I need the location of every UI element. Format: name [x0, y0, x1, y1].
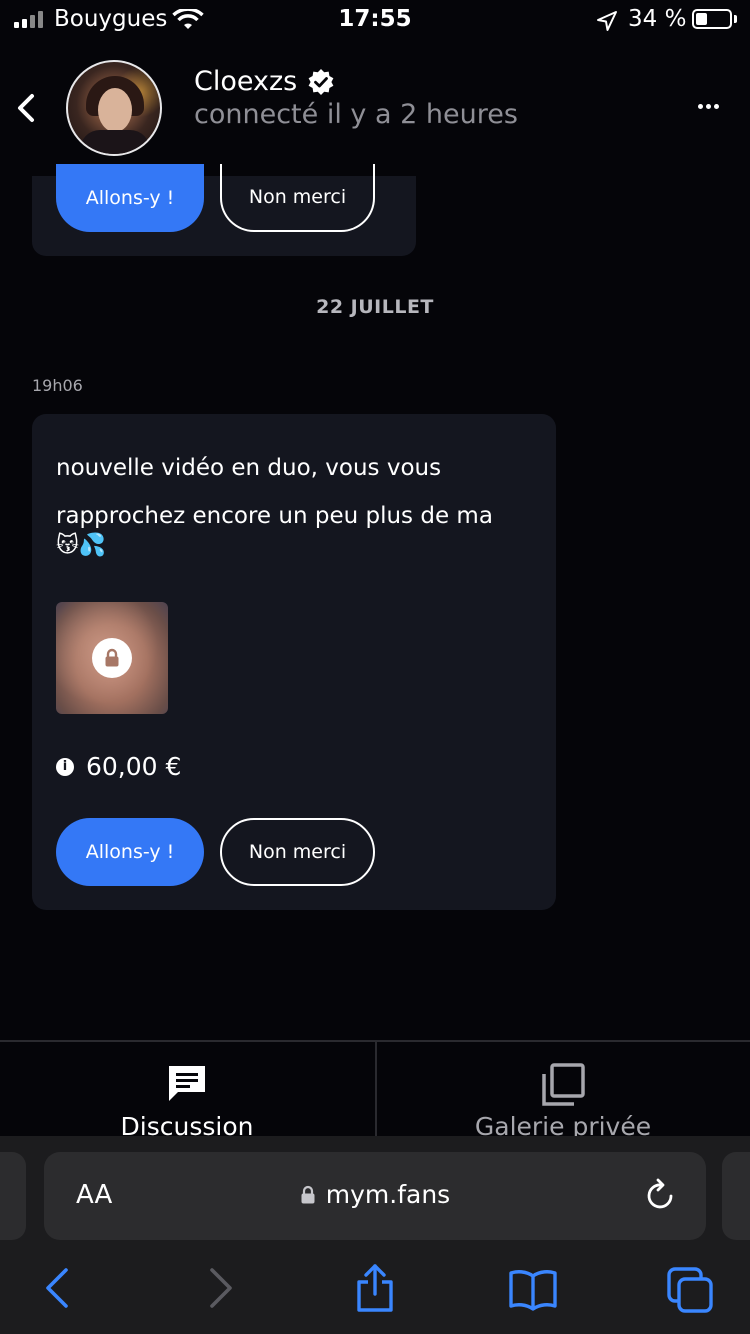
share-icon[interactable]	[354, 1262, 396, 1314]
lock-icon-url	[301, 1185, 315, 1203]
battery-tip	[734, 15, 737, 23]
decline-button[interactable]: Non merci	[220, 818, 375, 886]
price-row: i 60,00 €	[56, 752, 181, 781]
forward-nav-icon[interactable]	[204, 1266, 236, 1310]
accept-button[interactable]: Allons-y !	[56, 818, 204, 886]
reload-icon[interactable]	[644, 1176, 678, 1214]
status-bar: Bouygues 17:55 34 %	[0, 0, 750, 44]
more-options-icon[interactable]	[698, 104, 719, 109]
chat-bubble-icon	[169, 1066, 205, 1101]
lock-icon	[92, 638, 132, 678]
url-display[interactable]: mym.fans	[0, 1180, 750, 1209]
date-separator: 22 JUILLET	[316, 296, 434, 318]
tab-private-gallery[interactable]: Galerie privée	[376, 1042, 750, 1141]
tabs-icon[interactable]	[666, 1266, 714, 1314]
gallery-icon	[542, 1063, 585, 1106]
battery-icon	[692, 9, 732, 29]
presence-status: connecté il y a 2 heures	[194, 99, 518, 130]
message-text: nouvelle vidéo en duo, vous vous rapproc…	[56, 455, 493, 529]
battery-percent: 34 %	[628, 6, 687, 32]
back-nav-icon[interactable]	[42, 1266, 74, 1310]
verified-badge-icon	[308, 68, 334, 95]
back-icon[interactable]	[14, 92, 38, 124]
avatar[interactable]	[66, 60, 162, 156]
emoji-text: 😽💦	[56, 533, 107, 558]
previous-decline-button[interactable]: Non merci	[220, 164, 375, 232]
previous-accept-button[interactable]: Allons-y !	[56, 164, 204, 232]
bookmarks-icon[interactable]	[508, 1268, 558, 1312]
info-icon: i	[56, 757, 74, 776]
message-timestamp: 19h06	[32, 376, 83, 395]
url-text: mym.fans	[325, 1180, 451, 1209]
profile-name: Cloexzs	[194, 66, 298, 97]
profile-name-row[interactable]: Cloexzs	[194, 66, 335, 97]
message-emojis: 😽💦	[56, 532, 106, 560]
tab-discussion[interactable]: Discussion	[0, 1042, 374, 1141]
location-arrow-icon	[597, 11, 617, 31]
price-value: 60,00 €	[86, 752, 182, 781]
